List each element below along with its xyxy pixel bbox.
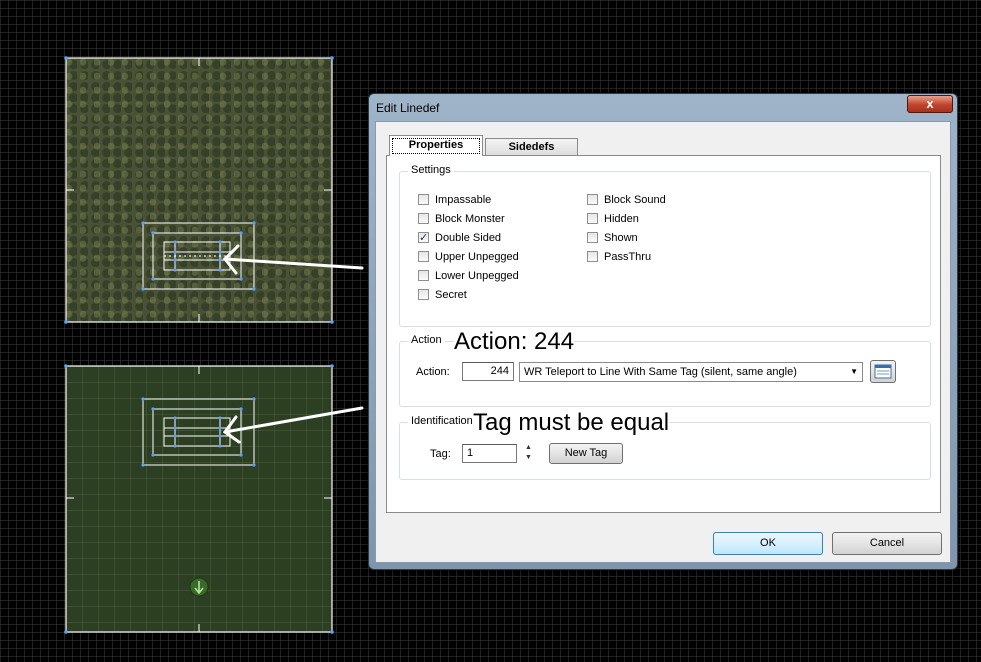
- checkbox-box[interactable]: [418, 213, 429, 224]
- action-browse-button[interactable]: [870, 360, 896, 383]
- action-number-input[interactable]: 244: [462, 362, 514, 381]
- chevron-up-icon[interactable]: ▲: [521, 443, 536, 453]
- checkbox-label: Hidden: [604, 213, 639, 225]
- checkbox-label: Lower Unpegged: [435, 270, 519, 282]
- identification-group-title: Identification: [408, 415, 476, 427]
- room-top-vertices: [141, 221, 256, 291]
- checkbox-label: Impassable: [435, 194, 492, 206]
- checkbox-box[interactable]: [587, 213, 598, 224]
- action-select[interactable]: WR Teleport to Line With Same Tag (silen…: [519, 362, 863, 382]
- properties-panel: Settings Impassable Block Monster Double…: [386, 155, 941, 513]
- dialog-title: Edit Linedef: [376, 101, 440, 115]
- checkbox-label: Double Sided: [435, 232, 502, 244]
- tab-sidedefs-label: Sidedefs: [508, 141, 555, 153]
- sector-top-vertices: [64, 56, 334, 324]
- identification-group: Identification Tag must be equal Tag: 1 …: [399, 409, 931, 480]
- sector-top-outline: [65, 57, 333, 323]
- chevron-down-icon[interactable]: ▼: [521, 453, 536, 463]
- tag-input[interactable]: 1: [462, 444, 517, 463]
- checkbox-box-checked[interactable]: [418, 231, 429, 244]
- action-select-value: WR Teleport to Line With Same Tag (silen…: [524, 366, 797, 378]
- dialog-titlebar[interactable]: Edit Linedef x: [369, 94, 957, 120]
- settings-group: Settings Impassable Block Monster Double…: [399, 164, 931, 327]
- checkbox-label: PassThru: [604, 251, 652, 263]
- player-start-icon: [189, 577, 209, 597]
- action-group-title: Action: [408, 334, 445, 346]
- checkbox-box[interactable]: [418, 270, 429, 281]
- checkbox-box[interactable]: [418, 251, 429, 262]
- cancel-button[interactable]: Cancel: [832, 532, 942, 555]
- chevron-down-icon: ▼: [850, 367, 858, 376]
- tab-properties-label: Properties: [392, 138, 480, 154]
- checkbox-label: Secret: [435, 289, 467, 301]
- room-bottom-vertices: [141, 397, 256, 467]
- arrow-bottom: [222, 406, 364, 444]
- checkbox-label: Block Sound: [604, 194, 666, 206]
- close-button[interactable]: x: [907, 95, 953, 113]
- checkbox-box[interactable]: [418, 289, 429, 300]
- new-tag-button[interactable]: New Tag: [549, 443, 623, 464]
- checkbox-label: Upper Unpegged: [435, 251, 519, 263]
- room-top: [142, 222, 255, 290]
- ok-button[interactable]: OK: [713, 532, 823, 555]
- settings-group-title: Settings: [408, 164, 454, 176]
- tag-annotation: Tag must be equal: [473, 409, 670, 437]
- browse-list-icon: [874, 364, 892, 379]
- sector-top-ticks: [66, 58, 332, 322]
- checkbox-box[interactable]: [587, 232, 598, 243]
- tab-properties[interactable]: Properties: [389, 135, 483, 156]
- edit-linedef-dialog: Edit Linedef x Properties Sidedefs Setti…: [368, 93, 958, 570]
- close-icon: x: [926, 96, 934, 111]
- tag-label: Tag:: [430, 448, 451, 460]
- checkbox-box[interactable]: [418, 194, 429, 205]
- checkbox-label: Shown: [604, 232, 638, 244]
- checkbox-box[interactable]: [587, 251, 598, 262]
- tab-sidedefs[interactable]: Sidedefs: [485, 138, 578, 156]
- checkbox-label: Block Monster: [435, 213, 505, 225]
- dialog-client: Properties Sidedefs Settings Impassable …: [375, 121, 951, 563]
- arrow-top: [222, 244, 364, 275]
- tag-spinner[interactable]: ▲ ▼: [521, 443, 536, 463]
- action-label: Action:: [416, 366, 450, 378]
- checkbox-box[interactable]: [587, 194, 598, 205]
- room-bottom: [142, 398, 255, 466]
- action-annotation: Action: 244: [454, 328, 575, 356]
- action-group: Action Action: 244 Action: 244 WR Telepo…: [399, 328, 931, 407]
